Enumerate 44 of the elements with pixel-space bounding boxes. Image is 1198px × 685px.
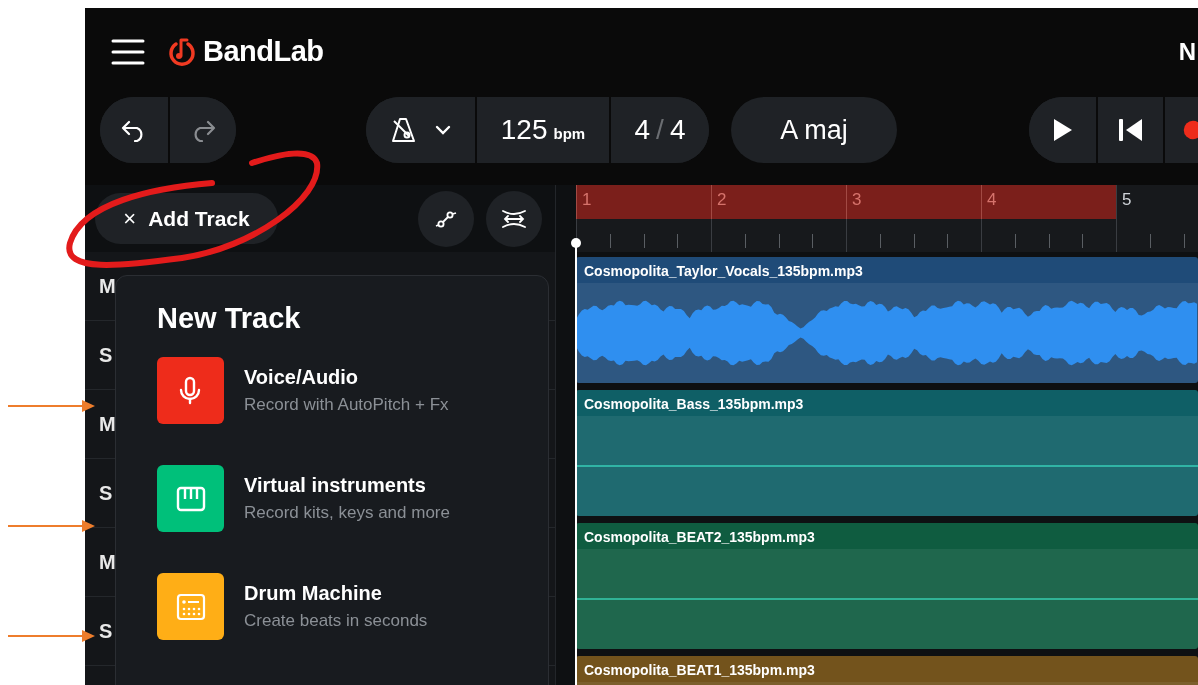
clip-name: Cosmopolita_BEAT2_135bpm.mp3: [583, 528, 816, 547]
menu-button[interactable]: [111, 37, 145, 66]
solo-label[interactable]: S: [99, 481, 113, 505]
clip-name: Cosmopolita_Bass_135bpm.mp3: [583, 395, 805, 414]
menu-item[interactable]: Voice/Audio Record with AutoPitch + Fx: [157, 357, 517, 424]
add-track-button[interactable]: × Add Track: [95, 193, 278, 244]
bar-number: 3: [852, 190, 862, 209]
bar-number: 2: [717, 190, 727, 209]
mute-label[interactable]: M: [99, 412, 113, 436]
menu-item[interactable]: Virtual instruments Record kits, keys and more: [157, 465, 517, 532]
mute-label[interactable]: M: [99, 550, 113, 574]
redo-button[interactable]: [168, 97, 236, 163]
logo-icon: [167, 36, 197, 67]
mute-label[interactable]: M: [99, 274, 113, 298]
solo-label[interactable]: S: [99, 619, 113, 643]
item-subtitle: Record kits, keys and more: [244, 503, 450, 523]
audio-clip[interactable]: Cosmopolita_BEAT2_135bpm.mp3: [576, 523, 1198, 649]
audio-clip[interactable]: Cosmopolita_Bass_135bpm.mp3: [576, 390, 1198, 516]
menu-item[interactable]: Drum Machine Create beats in seconds: [157, 573, 517, 640]
play-icon: [1051, 117, 1074, 143]
horizontal-zoom-icon: [501, 207, 527, 230]
solo-label[interactable]: S: [99, 343, 113, 367]
header-text: N: [1178, 37, 1196, 66]
logo-text: BandLab: [203, 35, 324, 68]
key-button[interactable]: A maj: [731, 97, 897, 163]
popover-title: New Track: [157, 302, 302, 335]
clip-name: Cosmopolita_Taylor_Vocals_135bpm.mp3: [583, 262, 864, 281]
audio-clip[interactable]: Cosmopolita_BEAT1_135bpm.mp3: [576, 656, 1198, 685]
item-subtitle: Record with AutoPitch + Fx: [244, 395, 449, 415]
bar-number: 4: [987, 190, 997, 209]
chevron-down-icon: [433, 124, 452, 136]
skip-back-icon: [1117, 118, 1144, 142]
item-title: Voice/Audio: [244, 366, 360, 389]
timeline-ruler[interactable]: 1 2 3 4 5: [576, 185, 1198, 252]
record-button[interactable]: [1163, 97, 1198, 163]
audio-clip[interactable]: Cosmopolita_Taylor_Vocals_135bpm.mp3: [576, 257, 1198, 383]
drum-machine-icon: [175, 591, 206, 622]
item-title: Drum Machine: [244, 582, 383, 605]
bar-number: 5: [1122, 190, 1132, 209]
time-signature-button[interactable]: 4 / 4: [609, 97, 709, 163]
clip-name: Cosmopolita_BEAT1_135bpm.mp3: [583, 661, 816, 680]
item-subtitle: Create beats in seconds: [244, 611, 428, 631]
bar-number: 1: [582, 190, 592, 209]
item-title: Virtual instruments: [244, 474, 427, 497]
